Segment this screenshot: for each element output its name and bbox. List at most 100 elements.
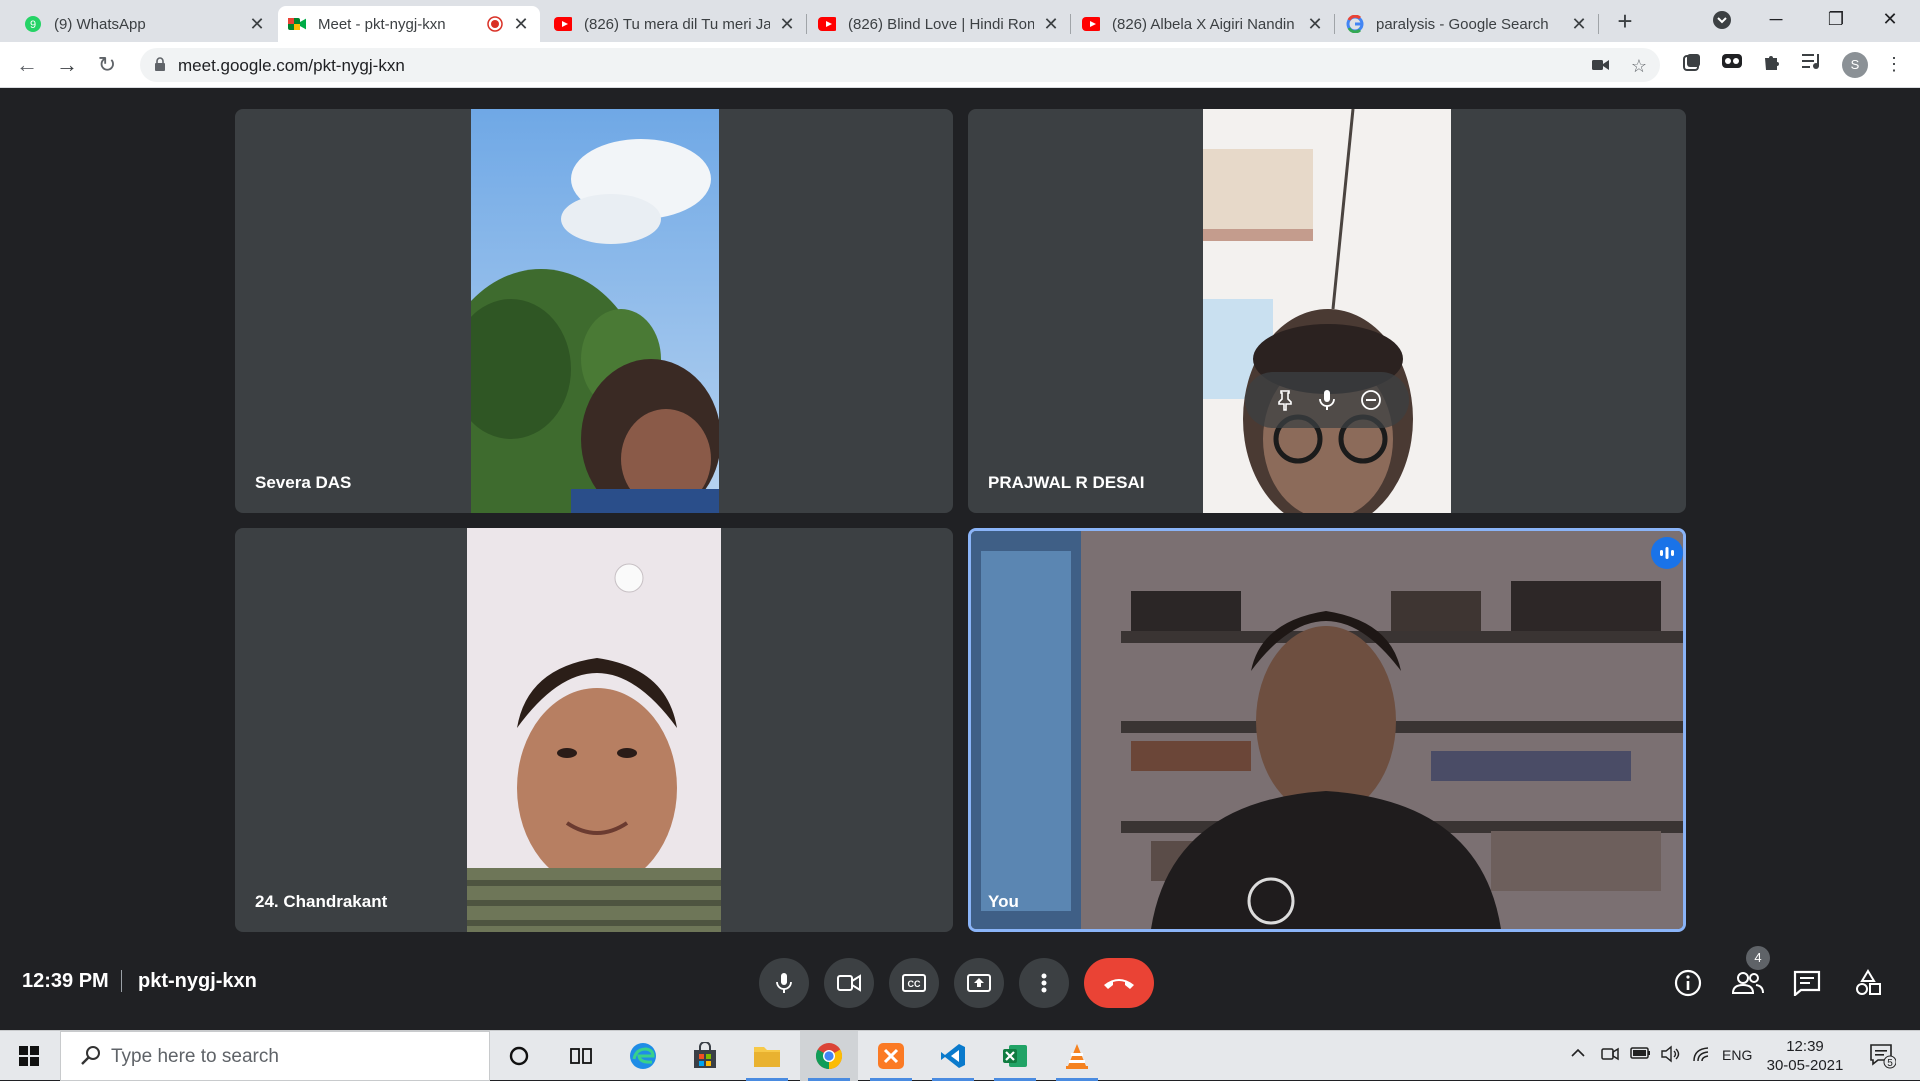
cortana-button[interactable] [490,1031,548,1081]
meeting-details-button[interactable] [1671,966,1705,1000]
recording-icon [486,15,504,33]
close-window-button[interactable]: ✕ [1860,0,1920,40]
extension-icon[interactable] [1720,52,1744,76]
media-control-icon[interactable] [1800,52,1824,76]
xampp-icon [878,1043,904,1069]
present-screen-button[interactable] [954,958,1004,1008]
close-tab-icon[interactable]: ✕ [248,14,266,35]
url-text[interactable]: meet.google.com/pkt-nygj-kxn [178,56,405,76]
taskbar-vlc[interactable] [1048,1031,1106,1081]
tab-youtube-3[interactable]: (826) Albela X Aigiri Nandin ✕ [1072,6,1334,42]
leave-call-button[interactable] [1084,958,1154,1008]
volume-tray[interactable] [1660,1045,1682,1066]
captions-button[interactable]: CC [889,958,939,1008]
taskbar-time: 12:39 [1786,1038,1824,1055]
task-view-button[interactable] [552,1031,610,1081]
tab-youtube-2[interactable]: (826) Blind Love | Hindi Ron ✕ [808,6,1070,42]
taskbar-xampp[interactable] [862,1031,920,1081]
meet-now-icon [1601,1047,1619,1061]
tab-search-button[interactable] [1692,0,1752,40]
start-button[interactable] [0,1031,58,1081]
restore-button[interactable]: ❐ [1806,0,1866,40]
participant-name: Severa DAS [255,473,352,492]
show-hidden-icons-button[interactable] [1570,1045,1586,1064]
taskbar-excel[interactable] [986,1031,1044,1081]
input-language[interactable]: ENG [1722,1047,1752,1063]
vlc-icon [1066,1044,1088,1069]
tab-title: paralysis - Google Search [1376,15,1549,33]
participant-name: 24. Chandrakant [255,892,388,911]
whatsapp-icon: 9 [24,15,42,33]
youtube-icon [818,15,836,33]
taskbar-vscode[interactable] [924,1031,982,1081]
address-bar[interactable]: meet.google.com/pkt-nygj-kxn ☆ [140,48,1660,82]
windows-taskbar: Type here to search ENG 12:39 30-05-2021… [0,1030,1920,1081]
microphone-button[interactable] [759,958,809,1008]
meet-now-tray[interactable] [1600,1045,1620,1066]
camera-button[interactable] [824,958,874,1008]
tab-google-search[interactable]: paralysis - Google Search ✕ [1336,6,1598,42]
puzzle-icon[interactable] [1760,52,1784,76]
close-tab-icon[interactable]: ✕ [1306,14,1324,35]
participant-video [971,531,1683,929]
tab-title: (826) Blind Love | Hindi Ron [848,15,1034,33]
close-tab-icon[interactable]: ✕ [778,14,796,35]
tab-youtube-1[interactable]: (826) Tu mera dil Tu meri Ja ✕ [544,6,806,42]
taskbar-file-explorer[interactable] [738,1031,796,1081]
battery-tray[interactable] [1630,1045,1652,1064]
people-icon [1732,972,1764,994]
youtube-icon [1082,15,1100,33]
close-tab-icon[interactable]: ✕ [512,14,530,35]
pin-icon[interactable] [1273,388,1297,412]
action-center-button[interactable]: 5 [1868,1041,1897,1072]
divider [121,970,122,992]
taskbar-chrome[interactable] [800,1031,858,1081]
wifi-tray[interactable] [1692,1045,1712,1066]
taskbar-store[interactable] [676,1031,734,1081]
extension-icon[interactable] [1680,52,1704,76]
lock-icon [155,57,165,71]
speaker-icon [1661,1045,1680,1063]
more-menu-icon[interactable]: ⋮ [1882,52,1906,76]
close-tab-icon[interactable]: ✕ [1042,14,1060,35]
battery-icon [1630,1047,1650,1059]
participant-tile[interactable]: Severa DAS [235,109,953,513]
windows-logo-icon [19,1046,39,1066]
microphone-icon [776,973,792,993]
tab-meet[interactable]: Meet - pkt-nygj-kxn ✕ [278,6,540,42]
more-options-button[interactable] [1019,958,1069,1008]
activities-button[interactable] [1851,966,1885,1000]
back-button[interactable]: ← [12,50,42,80]
tab-divider [1598,14,1599,34]
forward-button[interactable]: → [52,50,82,80]
remove-participant-icon[interactable] [1359,388,1383,412]
tab-whatsapp[interactable]: 9 (9) WhatsApp ✕ [14,6,276,42]
camera-in-use-icon[interactable] [1590,56,1612,76]
participant-video [1203,109,1451,513]
folder-icon [754,1047,780,1067]
profile-avatar[interactable]: S [1842,52,1868,78]
browser-tab-strip: 9 (9) WhatsApp ✕ Meet - pkt-nygj-kxn ✕ (… [0,0,1920,42]
self-view-tile[interactable]: You [968,528,1686,932]
mute-mic-icon[interactable] [1315,388,1339,412]
edge-icon [630,1043,656,1069]
new-tab-button[interactable]: + [1610,6,1640,36]
taskbar-search-box[interactable]: Type here to search [60,1031,490,1081]
taskbar-edge[interactable] [614,1031,672,1081]
minimize-button[interactable]: ─ [1746,0,1806,40]
people-button[interactable] [1731,966,1765,1000]
more-vert-icon [1041,973,1047,993]
meeting-grid: Severa DAS PRAJWAL R DESAI 24. Chandraka… [0,89,1920,1025]
chat-button[interactable] [1790,966,1824,1000]
notifications-icon: 5 [1870,1044,1897,1069]
google-icon [1346,15,1364,33]
tab-divider [806,14,807,34]
participant-tile[interactable]: 24. Chandrakant [235,528,953,932]
close-tab-icon[interactable]: ✕ [1570,14,1588,35]
bookmark-star-icon[interactable]: ☆ [1628,56,1650,76]
reload-button[interactable]: ↻ [92,50,122,80]
participant-tile[interactable]: PRAJWAL R DESAI [968,109,1686,513]
taskbar-clock[interactable]: 12:39 30-05-2021 [1760,1037,1850,1075]
people-count-badge: 4 [1746,946,1770,970]
meeting-code: pkt-nygj-kxn [138,970,257,992]
